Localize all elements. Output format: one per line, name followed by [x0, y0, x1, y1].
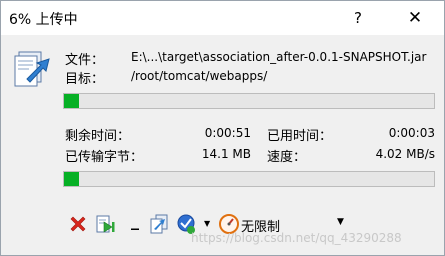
transferred-bytes-label: 已传输字节： [65, 150, 144, 165]
speed-value: 4.02 MB/s [375, 147, 435, 161]
target-path: /root/tomcat/webapps/ [131, 69, 268, 83]
transfer-dialog: 6% 上传中 ? ✕ 文件： E:\...\target\association… [0, 0, 445, 256]
transferred-bytes-value: 14.1 MB [201, 147, 251, 161]
help-button[interactable]: ? [344, 6, 372, 30]
total-progress-fill [64, 172, 79, 186]
skip-icon[interactable] [95, 213, 117, 235]
elapsed-time-label: 已用时间： [267, 129, 333, 144]
target-label: 目标： [65, 72, 105, 87]
elapsed-time-value: 0:00:03 [388, 126, 435, 140]
remaining-time-value: 0:00:51 [204, 126, 251, 140]
file-path: E:\...\target\association_after-0.0.1-SN… [131, 50, 427, 64]
total-progress-bar [63, 171, 435, 187]
speed-label: 速度： [267, 150, 307, 165]
title-bar: 6% 上传中 ? ✕ [1, 1, 444, 35]
check-options-dropdown-arrow[interactable]: ▼ [204, 219, 210, 228]
close-button[interactable]: ✕ [401, 6, 429, 30]
file-transfer-icon [14, 51, 50, 87]
remaining-time-label: 剩余时间： [65, 129, 131, 144]
speed-limit-dropdown-arrow[interactable]: ▼ [337, 217, 344, 227]
queue-icon[interactable] [148, 213, 170, 235]
file-label: 文件： [65, 53, 105, 68]
cancel-icon[interactable] [67, 213, 89, 235]
file-progress-fill [64, 94, 79, 108]
window-title: 6% 上传中 [9, 12, 78, 28]
watermark: https://blog.csdn.net/qq_43290288 [191, 231, 402, 245]
minimize-to-background-button[interactable]: _ [124, 211, 146, 233]
dialog-content: 文件： E:\...\target\association_after-0.0.… [1, 35, 444, 255]
file-progress-bar [63, 93, 435, 109]
